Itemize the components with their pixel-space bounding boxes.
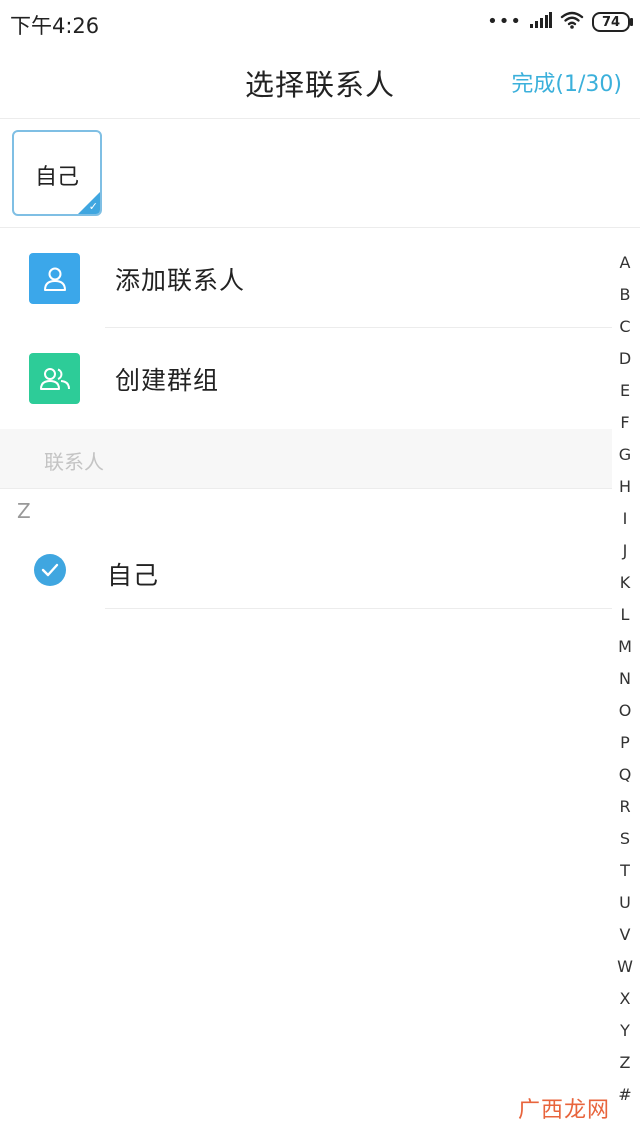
status-icons: ••• 74 <box>487 10 633 34</box>
divider <box>105 608 612 609</box>
checkmark-icon: ✓ <box>88 200 98 213</box>
index-letter[interactable]: M <box>610 631 640 663</box>
index-letter[interactable]: E <box>610 375 640 407</box>
signal-icon <box>530 12 552 32</box>
index-letter[interactable]: Q <box>610 759 640 791</box>
alphabet-index-bar[interactable]: A B C D E F G H I J K L M N O P Q R S T U V W X Y Z # <box>610 247 640 1111</box>
index-letter[interactable]: N <box>610 663 640 695</box>
index-letter[interactable]: L <box>610 599 640 631</box>
group-icon <box>29 353 80 404</box>
person-icon <box>29 253 80 304</box>
index-letter[interactable]: T <box>610 855 640 887</box>
done-button[interactable]: 完成(1/30) <box>511 66 622 98</box>
index-letter[interactable]: Y <box>610 1015 640 1047</box>
status-bar: 下午4:26 ••• 74 <box>0 0 640 44</box>
selected-chip[interactable]: 自己 ✓ <box>12 130 102 216</box>
index-letter[interactable]: S <box>610 823 640 855</box>
index-letter[interactable]: J <box>610 535 640 567</box>
more-dots-icon: ••• <box>487 11 522 32</box>
battery-icon: 74 <box>592 12 633 32</box>
index-letter[interactable]: Z <box>610 1047 640 1079</box>
index-letter[interactable]: # <box>610 1079 640 1111</box>
add-contact-row[interactable]: 添加联系人 <box>0 228 612 328</box>
selected-contacts-bar: 自己 ✓ <box>0 119 640 228</box>
index-letter[interactable]: X <box>610 983 640 1015</box>
header: 选择联系人 完成(1/30) <box>0 44 640 119</box>
index-letter[interactable]: P <box>610 727 640 759</box>
index-letter[interactable]: F <box>610 407 640 439</box>
wifi-icon <box>560 11 584 33</box>
section-header: 联系人 <box>0 429 612 489</box>
index-letter[interactable]: V <box>610 919 640 951</box>
contact-row[interactable]: 自己 <box>0 533 612 609</box>
create-group-row[interactable]: 创建群组 <box>0 328 612 428</box>
section-header-label: 联系人 <box>44 450 104 474</box>
index-letter[interactable]: U <box>610 887 640 919</box>
add-contact-label: 添加联系人 <box>115 266 246 295</box>
create-group-label: 创建群组 <box>115 366 220 395</box>
index-letter[interactable]: G <box>610 439 640 471</box>
index-letter[interactable]: W <box>610 951 640 983</box>
index-letter[interactable]: D <box>610 343 640 375</box>
checked-circle-icon[interactable] <box>34 554 66 586</box>
letter-group-header: Z <box>17 499 31 523</box>
index-letter[interactable]: C <box>610 311 640 343</box>
index-letter[interactable]: R <box>610 791 640 823</box>
index-letter[interactable]: A <box>610 247 640 279</box>
watermark: 广西龙网 <box>517 1098 610 1123</box>
index-letter[interactable]: O <box>610 695 640 727</box>
index-letter[interactable]: I <box>610 503 640 535</box>
selected-chip-label: 自己 <box>34 165 79 190</box>
status-time: 下午4:26 <box>10 14 100 38</box>
contact-name: 自己 <box>107 561 160 590</box>
index-letter[interactable]: K <box>610 567 640 599</box>
index-letter[interactable]: B <box>610 279 640 311</box>
index-letter[interactable]: H <box>610 471 640 503</box>
